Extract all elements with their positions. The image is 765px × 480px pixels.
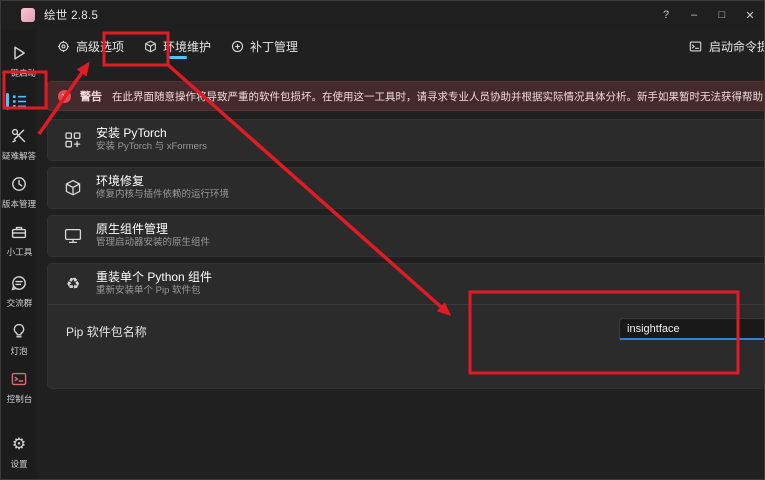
card-title: 原生组件管理: [96, 222, 169, 237]
sidebar: 一键启动 疑难解答 版本管理 小工具 交流群 灯泡 控制台 ⚙ 设置: [1, 29, 38, 479]
card-reinstall-python-component: ♻ 重装单个 Python 组件 重新安装单个 Pip 软件包 Pip 软件包名…: [47, 263, 764, 389]
pip-package-name-input[interactable]: insightface ✕: [619, 318, 764, 340]
card-env-repair: 环境修复 修复内核与插件依赖的运行环境: [47, 167, 764, 209]
error-icon: ✕: [58, 89, 72, 103]
app-logo-icon: [21, 8, 35, 22]
close-button[interactable]: ✕: [736, 1, 764, 29]
tab-bar: 高级选项 环境维护 补丁管理 启动命令: [37, 29, 764, 63]
sidebar-item-label: 设置: [10, 459, 28, 469]
recycle-icon: ♻: [65, 274, 81, 293]
tab-patch-management[interactable]: 补丁管理: [221, 29, 308, 63]
chat-icon: [9, 273, 29, 293]
sidebar-item-chat-group[interactable]: 交流群: [1, 269, 37, 312]
card-header-install-pytorch[interactable]: 安装 PyTorch 安装 PyTorch 与 xFormers: [48, 120, 764, 160]
app-window: 绘世 2.8.5 ? – □ ✕ 一键启动 疑难解答 版本管理 小工具 交流群 …: [0, 0, 765, 480]
card-title: 安装 PyTorch: [96, 126, 167, 141]
tab-label: 高级选项: [76, 39, 125, 54]
tools-icon: [9, 126, 29, 146]
card-title: 重装单个 Python 组件: [96, 270, 213, 285]
title-bar: 绘世 2.8.5 ? – □ ✕: [1, 1, 764, 29]
sidebar-item-lightbulb[interactable]: 灯泡: [1, 317, 37, 360]
advanced-options-icon: [57, 40, 70, 52]
settings-gear-icon: ⚙: [11, 434, 27, 453]
window-title: 绘世 2.8.5: [44, 10, 99, 22]
help-button[interactable]: ?: [652, 1, 680, 29]
toolbox-icon: [9, 222, 29, 242]
pip-package-name-label: Pip 软件包名称: [66, 325, 147, 339]
monitor-icon: [62, 225, 84, 247]
sidebar-item-label: 交流群: [6, 298, 32, 308]
tab-environment-maintenance[interactable]: 环境维护: [134, 29, 221, 63]
warning-text: 在此界面随意操作将导致严重的软件包损坏。在使用这一工具时，请寻求专业人员协助并根…: [112, 90, 764, 103]
warning-banner: ✕ 警告 在此界面随意操作将导致严重的软件包损坏。在使用这一工具时，请寻求专业人…: [47, 81, 764, 111]
warning-label: 警告: [80, 91, 103, 103]
card-install-pytorch: 安装 PyTorch 安装 PyTorch 与 xFormers: [47, 119, 764, 161]
pytorch-install-icon: [62, 129, 84, 151]
pip-reinstall-form: Pip 软件包名称 insightface ✕ 重新安装: [48, 304, 764, 388]
terminal-icon: [689, 40, 702, 52]
tab-label: 补丁管理: [250, 39, 299, 54]
selected-indicator: [6, 93, 9, 110]
active-tab-indicator: [168, 56, 187, 59]
sidebar-item-quick-launch[interactable]: 一键启动: [1, 39, 37, 82]
play-icon: [9, 43, 29, 63]
tab-label: 环境维护: [163, 39, 212, 54]
sidebar-item-version[interactable]: 版本管理: [1, 170, 37, 213]
sidebar-item-label: 一键启动: [1, 68, 37, 78]
maximize-button[interactable]: □: [708, 1, 736, 29]
package-cube-icon: [62, 177, 84, 199]
console-icon: [9, 369, 29, 389]
history-icon: [9, 174, 29, 194]
card-subtitle: 安装 PyTorch 与 xFormers: [96, 141, 207, 153]
card-subtitle: 修复内核与插件依赖的运行环境: [96, 189, 230, 201]
sidebar-item-settings[interactable]: ⚙ 设置: [1, 430, 37, 473]
card-native-components: 原生组件管理 管理启动器安装的原生组件: [47, 215, 764, 257]
command-prompt-label: 启动命令提示符: [708, 39, 764, 54]
input-value: insightface: [627, 322, 680, 335]
main-panel: 高级选项 环境维护 补丁管理 启动命令 ✕ 警告 在此界面随意操作将导致严重的软…: [37, 29, 764, 479]
window-controls: ? – □ ✕: [652, 1, 764, 29]
card-header-env-repair[interactable]: 环境修复 修复内核与插件依赖的运行环境: [48, 168, 764, 208]
sidebar-item-console[interactable]: 控制台: [1, 365, 37, 408]
tab-advanced-options[interactable]: 高级选项: [47, 29, 134, 63]
sidebar-item-label: 疑难解答: [1, 151, 37, 161]
sidebar-item-troubleshoot[interactable]: 疑难解答: [1, 122, 37, 165]
patch-management-icon: [231, 40, 244, 52]
command-prompt-button[interactable]: 启动命令提示符: [679, 33, 764, 60]
sidebar-item-label: 小工具: [6, 247, 32, 257]
card-subtitle: 管理启动器安装的原生组件: [96, 237, 211, 249]
sidebar-item-label: 灯泡: [10, 346, 28, 356]
sidebar-item-tools[interactable]: 小工具: [1, 218, 37, 261]
minimize-button[interactable]: –: [680, 1, 708, 29]
card-header-reinstall-python-component[interactable]: ♻ 重装单个 Python 组件 重新安装单个 Pip 软件包: [48, 264, 764, 304]
card-subtitle: 重新安装单个 Pip 软件包: [96, 285, 201, 297]
lightbulb-icon: [9, 321, 29, 341]
card-title: 环境修复: [96, 174, 145, 189]
card-header-native-components[interactable]: 原生组件管理 管理启动器安装的原生组件: [48, 216, 764, 256]
content-area: ✕ 警告 在此界面随意操作将导致严重的软件包损坏。在使用这一工具时，请寻求专业人…: [37, 63, 764, 479]
sidebar-item-label: 版本管理: [1, 199, 37, 209]
sidebar-item-advanced-list[interactable]: [1, 87, 37, 117]
sidebar-item-label: 控制台: [6, 394, 32, 404]
environment-maintenance-icon: [145, 40, 156, 52]
list-icon: [9, 91, 29, 111]
